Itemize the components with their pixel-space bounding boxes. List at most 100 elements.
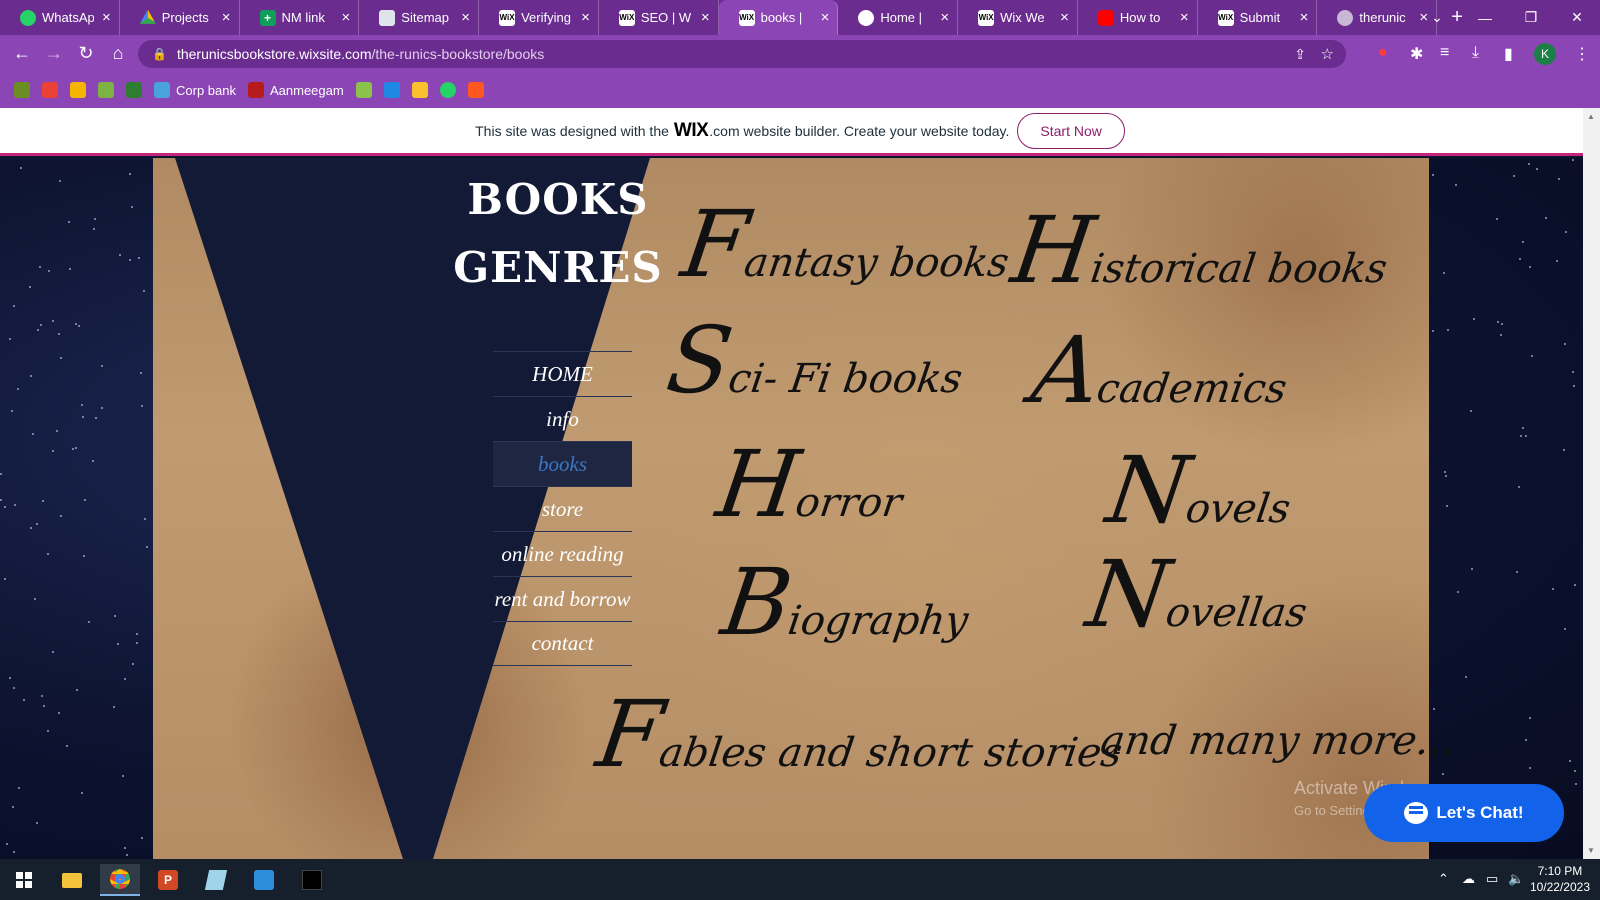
volume-icon[interactable]: 🔈 [1508,871,1524,887]
genre-label: ables and short stories [656,730,1125,776]
close-icon[interactable]: × [940,9,949,26]
minimize-icon[interactable]: — [1462,0,1508,35]
star-dot [1446,505,1449,508]
tab-title: Verifying [521,10,571,25]
genre-novels[interactable]: Novels [1101,437,1298,544]
bookmark-item[interactable] [411,82,428,98]
genre-horror[interactable]: Horror [711,431,910,538]
bookmark-item[interactable] [70,82,86,98]
notes-app-icon[interactable] [196,864,236,896]
download-icon[interactable]: ⤓ [1472,44,1479,62]
bookmark-item[interactable] [14,82,30,98]
home-button-icon[interactable]: ⌂ [102,43,134,64]
scroll-up-icon[interactable]: ▲ [1587,112,1595,121]
bookmark-item[interactable] [439,82,456,98]
star-dot [4,505,7,508]
close-icon[interactable]: × [821,9,830,26]
nav-info[interactable]: info [493,396,632,441]
powerpoint-icon[interactable]: P [148,864,188,896]
system-clock[interactable]: 7:10 PM 10/22/2023 [1530,863,1590,895]
close-icon[interactable]: × [701,9,710,26]
browser-tab[interactable]: WiX SEO | W × [599,0,719,35]
bookmark-item[interactable] [126,82,142,98]
genre-historical-books[interactable]: Historical books [1006,197,1395,304]
browser-tab[interactable]: How to × [1078,0,1198,35]
reload-icon[interactable]: ↻ [70,43,102,64]
nav-rent-and-borrow[interactable]: rent and borrow [493,576,632,621]
genre-fantasy-books[interactable]: Fantasy books [676,191,1017,298]
close-icon[interactable]: × [102,9,111,26]
scroll-down-icon[interactable]: ▼ [1587,846,1595,855]
nav-books[interactable]: books [493,441,632,486]
nav-contact[interactable]: contact [493,621,632,666]
media-control-icon[interactable]: ≡ [1440,44,1449,62]
extension-icon[interactable]: ● [1378,44,1388,62]
bookmark-item[interactable] [355,82,372,98]
genre-sci-fi-books[interactable]: Sci- Fi books [661,307,970,414]
browser-tab[interactable]: + NM link × [240,0,360,35]
tab-search-icon[interactable]: ⌄ [1414,0,1460,35]
onedrive-icon[interactable]: ☁ [1462,871,1475,887]
genre-novellas[interactable]: Novellas [1081,541,1315,648]
bookmark-item[interactable] [383,82,400,98]
address-bar[interactable]: 🔒 therunicsbookstore.wixsite.com/the-run… [138,40,1346,68]
window-close-icon[interactable]: ✕ [1554,0,1600,35]
nav-home[interactable]: HOME [493,351,632,396]
back-icon[interactable]: ← [6,43,38,64]
close-icon[interactable]: × [222,9,231,26]
browser-tab[interactable]: Home | × [838,0,959,35]
close-icon[interactable]: × [581,9,590,26]
side-panel-icon[interactable]: ▮ [1504,44,1513,64]
browser-tab[interactable]: WiX Wix We × [958,0,1078,35]
network-icon[interactable]: ▭ [1486,871,1498,887]
genre-biography[interactable]: Biography [716,549,976,656]
browser-tab[interactable]: Sitemap × [359,0,480,35]
page-scrollbar[interactable]: ▲ ▼ [1583,108,1600,859]
terminal-app-icon[interactable] [292,864,332,896]
star-dot [32,433,35,436]
start-now-button[interactable]: Start Now [1017,112,1125,149]
browser-tab[interactable]: Projects × [120,0,240,35]
genre-label: orror [792,480,905,526]
banner-text: This site was designed with the [475,122,669,139]
star-dot [46,729,49,732]
genre-academics[interactable]: Academics [1026,317,1295,424]
profile-avatar[interactable]: K [1534,43,1556,65]
share-icon[interactable]: ⇪ [1294,46,1306,63]
close-icon[interactable]: × [1300,9,1309,26]
extensions-puzzle-icon[interactable]: ✱ [1410,44,1423,64]
close-icon[interactable]: × [1060,9,1069,26]
browser-tab[interactable]: WhatsApp × [0,0,120,35]
file-explorer-icon[interactable] [52,864,92,896]
browser-tab-active[interactable]: WiX books | × [718,0,839,35]
bookmark-item[interactable] [42,82,58,98]
site-info-icon[interactable]: 🔒 [152,47,167,61]
bookmark-item[interactable] [98,82,114,98]
star-dot [141,404,144,407]
star-dot [1455,184,1458,187]
restore-icon[interactable]: ❐ [1508,0,1554,35]
wix-logo[interactable]: WIX [674,120,709,142]
site-page: BOOKS GENRES HOME info books store onlin… [0,158,1583,859]
windows-start-icon[interactable] [4,864,44,896]
chrome-icon[interactable] [100,864,140,896]
close-icon[interactable]: × [461,9,470,26]
menu-kebab-icon[interactable]: ⋮ [1574,44,1590,64]
tray-chevron-icon[interactable]: ⌃ [1438,871,1449,887]
star-dot [143,518,146,521]
nav-online-reading[interactable]: online reading [493,531,632,576]
browser-tab[interactable]: WiX Submit × [1198,0,1318,35]
photos-app-icon[interactable] [244,864,284,896]
close-icon[interactable]: × [1180,9,1189,26]
genre-fables-and-short-stories[interactable]: Fables and short stories [591,681,1130,788]
bookmark-star-icon[interactable]: ☆ [1321,45,1334,63]
nav-store[interactable]: store [493,486,632,531]
bookmark-corp-bank[interactable]: Corp bank [154,82,236,98]
browser-tab[interactable]: WiX Verifying × [479,0,599,35]
forward-icon[interactable]: → [38,43,70,64]
bookmark-aanmeegam[interactable]: Aanmeegam [247,82,344,98]
close-icon[interactable]: × [342,9,351,26]
address-path: /the-runics-bookstore/books [371,46,545,62]
bookmark-item[interactable] [467,82,484,98]
lets-chat-button[interactable]: Let's Chat! [1364,784,1564,842]
